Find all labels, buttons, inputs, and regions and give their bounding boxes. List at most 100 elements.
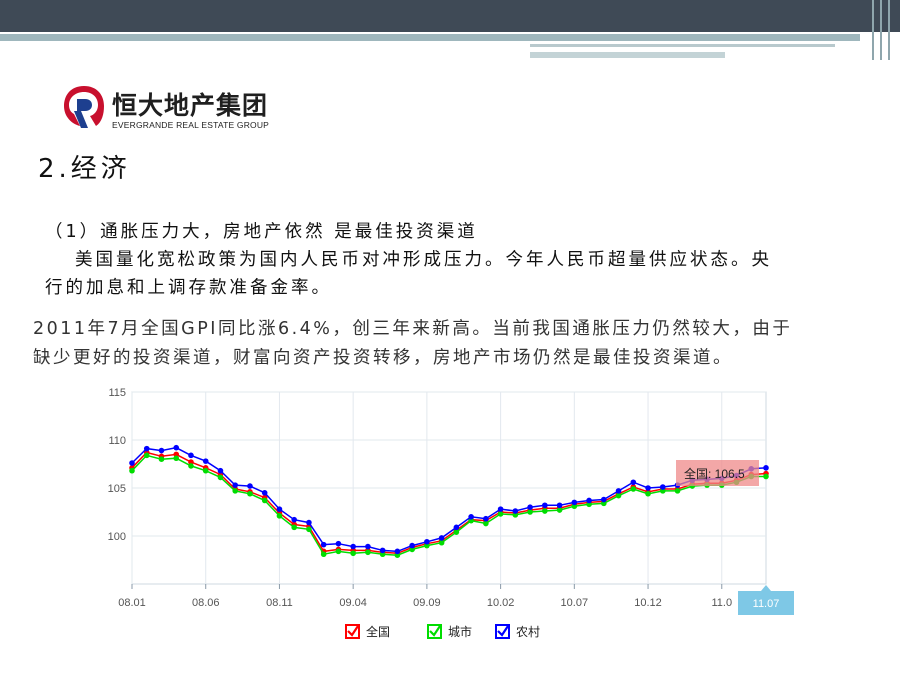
legend-label: 农村 xyxy=(516,625,540,639)
series-point xyxy=(586,497,592,504)
series-point xyxy=(453,524,460,531)
series-point xyxy=(763,473,769,480)
series-point xyxy=(615,492,622,499)
x-tick-label: 08.11 xyxy=(266,597,293,609)
series-point xyxy=(232,482,239,488)
series-point xyxy=(335,540,342,547)
series-point xyxy=(320,541,327,548)
series-point xyxy=(763,465,769,471)
header-bar xyxy=(0,0,900,32)
series-point xyxy=(291,524,297,531)
header-stripe xyxy=(0,34,860,41)
series-point xyxy=(409,542,415,549)
x-tick-label: 09.04 xyxy=(339,597,367,609)
series-point xyxy=(158,447,165,454)
series-point xyxy=(158,456,165,462)
series-point xyxy=(188,452,194,459)
logo-name-en: EVERGRANDE REAL ESTATE GROUP xyxy=(112,120,270,130)
series-point xyxy=(542,508,548,514)
series-point xyxy=(497,506,504,512)
chart-tooltip: 全国: 106.5 xyxy=(676,460,759,486)
series-point xyxy=(527,504,533,510)
series-point xyxy=(645,490,651,497)
x-tick-label: 10.07 xyxy=(561,597,589,609)
series-point xyxy=(483,515,489,522)
series-point xyxy=(394,548,401,555)
series-point xyxy=(306,526,312,533)
logo-mark-icon xyxy=(64,86,104,128)
tooltip-text: 全国: 106.5 xyxy=(684,466,745,481)
series-point xyxy=(365,543,371,550)
chart-background xyxy=(98,380,798,660)
series-point xyxy=(438,535,445,541)
series-point xyxy=(217,474,224,481)
x-tick-label: 08.01 xyxy=(118,597,146,609)
x-tick-label: 11.0 xyxy=(711,597,732,609)
y-tick-label: 100 xyxy=(108,531,126,543)
logo-name-cn: 恒大地产集团 xyxy=(112,91,269,120)
series-point xyxy=(291,516,297,523)
series-point xyxy=(424,538,430,545)
series-point xyxy=(512,508,519,514)
company-logo: 恒大地产集团 EVERGRANDE REAL ESTATE GROUP xyxy=(62,84,282,134)
header-deco-line xyxy=(888,0,890,60)
series-point xyxy=(350,550,356,557)
series-point xyxy=(232,488,239,494)
y-tick-label: 105 xyxy=(108,483,126,495)
series-point xyxy=(247,483,253,489)
series-point xyxy=(674,488,681,494)
series-point xyxy=(659,484,666,490)
series-point xyxy=(453,529,460,535)
series-point xyxy=(173,444,180,451)
series-point xyxy=(497,511,504,517)
series-point xyxy=(261,497,268,504)
series-point xyxy=(202,458,209,464)
subheading: （1）通胀压力大，房地产依然 是最佳投资渠道 xyxy=(45,222,478,242)
series-point xyxy=(365,549,371,556)
series-point xyxy=(143,445,150,452)
series-point xyxy=(143,452,150,459)
series-point xyxy=(276,506,283,512)
series-point xyxy=(379,547,386,554)
series-point xyxy=(615,488,622,494)
series-point xyxy=(556,502,563,509)
header-deco-line xyxy=(872,0,874,60)
section-title: 2.经济 xyxy=(38,154,131,184)
series-point xyxy=(247,490,253,497)
cpi-line-chart: 100 105 110 115 08.01 08.06 08.11 09.04 09.09 10.… xyxy=(98,380,798,660)
series-point xyxy=(173,455,180,462)
series-point xyxy=(542,502,548,509)
series-point xyxy=(556,507,563,513)
body-line-2: 行的加息和上调存款准备金率。 xyxy=(45,278,332,298)
series-point xyxy=(276,513,283,519)
series-point xyxy=(601,496,607,503)
series-point xyxy=(261,490,268,496)
series-point xyxy=(438,539,445,546)
body-line-4: 缺少更好的投资渠道，财富向资产投资转移，房地产市场仍然是最佳投资渠道。 xyxy=(33,348,733,368)
header-deco-line xyxy=(880,0,882,60)
series-point xyxy=(129,460,135,466)
x-tick-label: 10.02 xyxy=(487,597,515,609)
series-point xyxy=(188,463,194,469)
x-tick-label: 09.09 xyxy=(413,597,441,609)
body-line-1: 美国量化宽松政策为国内人民币对冲形成压力。今年人民币超量供应状态。央 xyxy=(75,250,772,270)
legend-label: 全国 xyxy=(366,624,390,639)
series-point xyxy=(630,486,637,492)
header-stripe-thin xyxy=(530,44,835,47)
x-tick-label: 08.06 xyxy=(192,597,220,609)
series-point xyxy=(350,543,356,550)
x-tick-label: 10.12 xyxy=(634,597,662,609)
series-point xyxy=(630,479,637,486)
series-point xyxy=(468,514,474,520)
series-point xyxy=(483,520,489,527)
y-tick-label: 110 xyxy=(108,435,126,447)
series-point xyxy=(571,499,578,506)
series-point xyxy=(129,467,135,474)
series-point xyxy=(645,485,651,491)
x-highlight-label: 11.07 xyxy=(753,598,780,610)
header-stripe-short xyxy=(530,52,725,58)
series-point xyxy=(335,548,342,555)
series-point xyxy=(320,551,327,558)
series-point xyxy=(306,519,312,526)
series-point xyxy=(202,467,209,474)
